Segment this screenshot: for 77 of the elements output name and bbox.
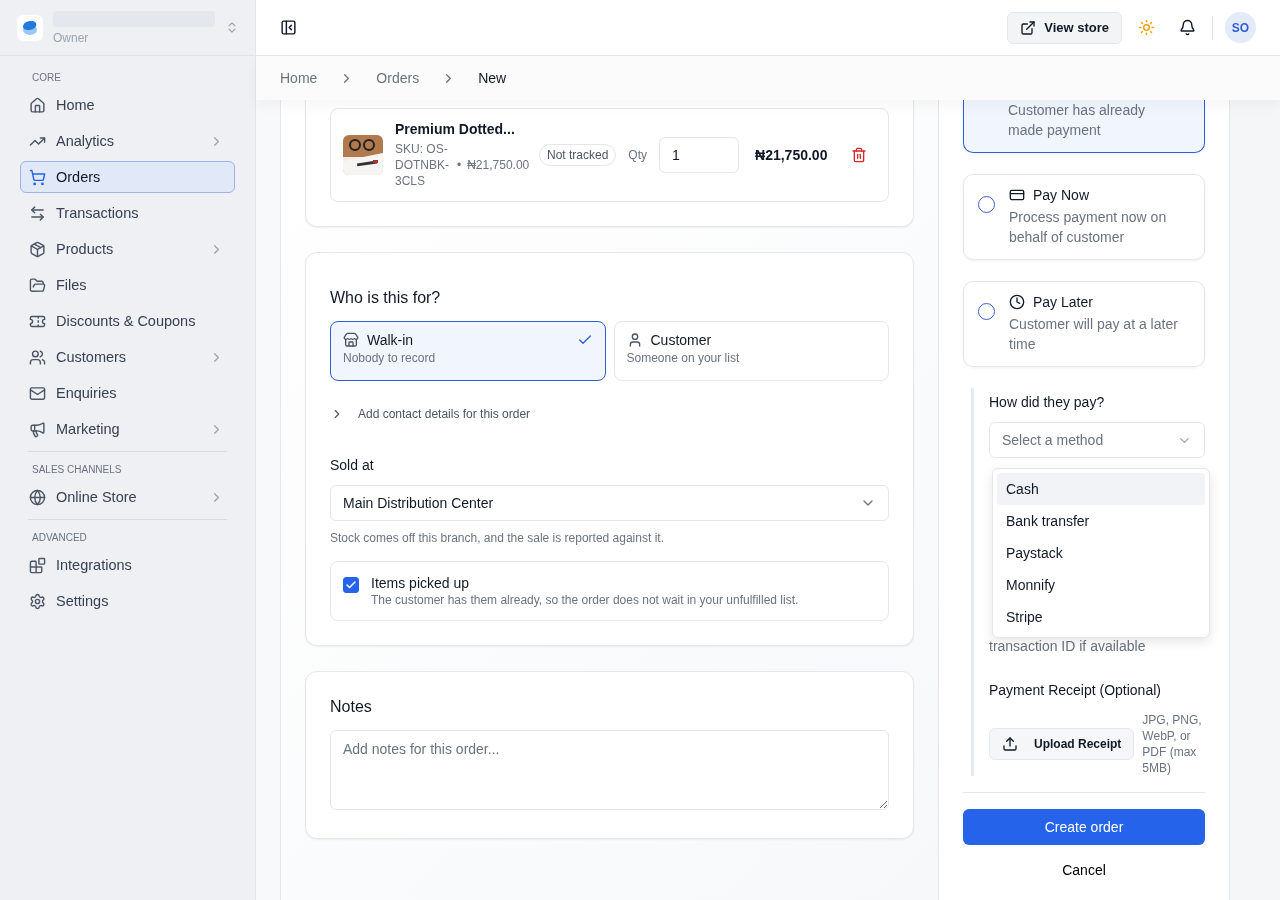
store-icon	[343, 332, 359, 348]
notes-field[interactable]: Add notes for this order...	[330, 730, 889, 810]
product-price: ₦21,750.00	[467, 158, 530, 172]
cancel-button[interactable]: Cancel	[963, 852, 1205, 888]
card-icon	[1009, 187, 1025, 203]
globe-icon	[29, 488, 46, 506]
bell-icon[interactable]	[1179, 19, 1196, 36]
qty-label: Qty	[628, 148, 648, 162]
payment-option[interactable]: Customer has already made payment	[963, 100, 1205, 153]
nav-item[interactable]: Discounts & Coupons	[20, 305, 235, 337]
nav-item[interactable]: Enquiries	[20, 377, 235, 409]
megaphone-icon	[29, 420, 46, 438]
section-title: Who is this for?	[330, 289, 442, 307]
arrows-icon	[29, 204, 46, 222]
breadcrumb-link[interactable]: Orders	[376, 70, 420, 86]
field-label: Sold at	[330, 457, 375, 473]
cart-icon	[29, 168, 46, 186]
blocks-icon	[29, 556, 46, 574]
upload-icon	[1002, 736, 1018, 752]
settings-icon	[29, 592, 46, 610]
breadcrumb-link[interactable]: Home	[280, 70, 318, 86]
nav-item[interactable]: Transactions	[20, 197, 235, 229]
avatar[interactable]: SO	[1225, 12, 1256, 43]
field-label: How did they pay?	[989, 394, 1106, 410]
field-hint: transaction ID if available	[989, 638, 1147, 654]
qty-field[interactable]: 1	[659, 137, 740, 173]
customer-option[interactable]: Customer Someone on your list	[613, 321, 889, 381]
menu-item[interactable]: Cash	[997, 473, 1205, 505]
menu-item[interactable]: Monnify	[997, 569, 1205, 601]
section-title: Notes	[330, 698, 373, 716]
method-select[interactable]: Select a method	[989, 422, 1205, 458]
nav-item[interactable]: Files	[20, 269, 235, 301]
nav-item[interactable]: Integrations	[20, 549, 235, 581]
external-link-icon	[1020, 19, 1037, 36]
workspace-role: Owner	[53, 30, 90, 45]
folder-icon	[29, 276, 46, 294]
nav-item[interactable]: Home	[20, 89, 235, 121]
upload-button[interactable]: Upload Receipt	[989, 728, 1135, 760]
nav-item[interactable]: Marketing	[20, 413, 235, 445]
people-icon	[29, 348, 46, 366]
checkbox[interactable]	[343, 577, 359, 593]
menu-item[interactable]: Bank transfer	[997, 505, 1205, 537]
nav-item[interactable]: Analytics	[20, 125, 235, 157]
nav-item[interactable]: Customers	[20, 341, 235, 373]
sidebar-toggle-icon[interactable]	[280, 19, 297, 36]
section-label: ADVANCED	[31, 532, 88, 543]
clock-icon	[1009, 294, 1025, 310]
nav-item[interactable]: Settings	[20, 585, 235, 617]
menu-item[interactable]: Stripe	[997, 601, 1205, 633]
view-store-button[interactable]: View store	[1007, 11, 1122, 44]
checkbox-description: The customer has them already, so the order does not wait in your unfulfilled list.	[371, 593, 799, 607]
file-note: JPG, PNG, WebP, or PDF (max 5MB)	[1142, 712, 1203, 776]
checkbox-label: Items picked up	[371, 575, 471, 591]
menu-item[interactable]: Paystack	[997, 537, 1205, 569]
product-sku: SKU: OS-DOTNBK-3CLS	[395, 141, 450, 189]
separator-dot: •	[457, 158, 462, 172]
create-order-button[interactable]: Create order	[963, 809, 1205, 845]
delete-icon[interactable]	[851, 147, 868, 163]
contact-toggle[interactable]: Add contact details for this order	[330, 407, 889, 421]
nav-item[interactable]: Online Store	[20, 481, 235, 513]
field-hint: Stock comes off this branch, and the sale is reported against it.	[330, 531, 665, 545]
branch-select[interactable]: Main Distribution Center	[330, 485, 889, 521]
section-label: CORE	[31, 72, 62, 83]
payment-option[interactable]: Pay Later Customer will pay at a later time	[963, 281, 1205, 367]
line-total: ₦21,750.00	[755, 147, 828, 163]
mail-icon	[29, 384, 46, 402]
section-label: SALES CHANNELS	[31, 464, 123, 475]
nav-item[interactable]: Orders	[20, 161, 235, 193]
house-icon	[29, 96, 46, 114]
field-label: Payment Receipt (Optional)	[989, 682, 1162, 698]
product-name: Premium Dotted...	[395, 121, 516, 137]
logo-icon	[17, 14, 43, 41]
box-icon	[29, 240, 46, 258]
check-icon	[345, 579, 357, 591]
payment-option[interactable]: Pay Now Process payment now on behalf of customer	[963, 174, 1205, 260]
nav-item[interactable]: Products	[20, 233, 235, 265]
customer-option[interactable]: Walk-in Nobody to record	[330, 321, 606, 381]
